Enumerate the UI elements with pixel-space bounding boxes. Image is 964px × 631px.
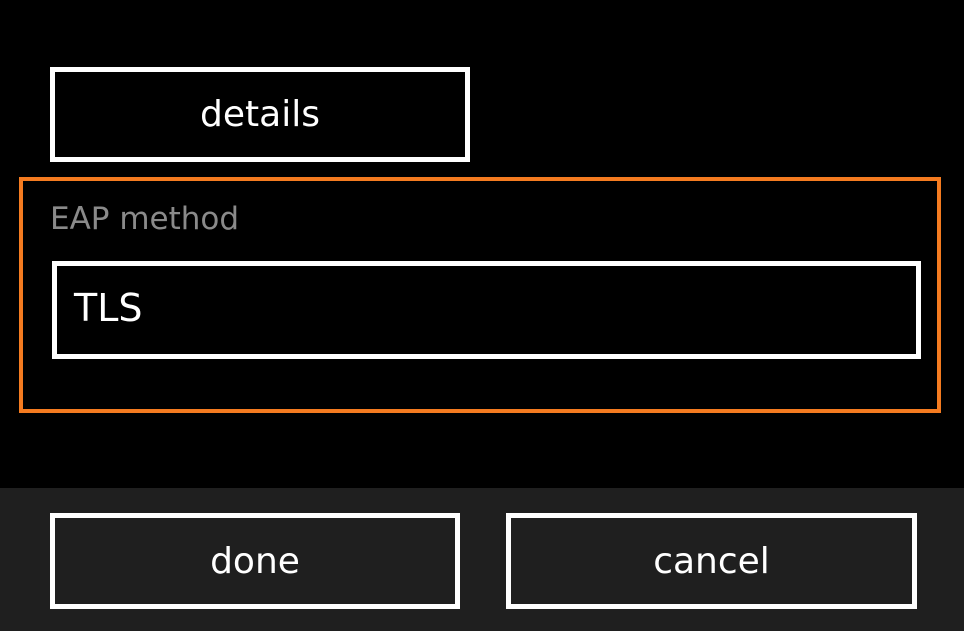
eap-method-value: TLS [74, 286, 143, 330]
app-bar: done cancel [0, 488, 964, 631]
eap-method-section: EAP method TLS [19, 177, 941, 413]
cancel-button[interactable]: cancel [506, 513, 917, 609]
done-button[interactable]: done [50, 513, 460, 609]
eap-method-select[interactable]: TLS [52, 261, 921, 359]
dialog-content: details EAP method TLS [0, 0, 964, 488]
eap-method-label: EAP method [50, 201, 240, 237]
details-button[interactable]: details [50, 67, 470, 162]
